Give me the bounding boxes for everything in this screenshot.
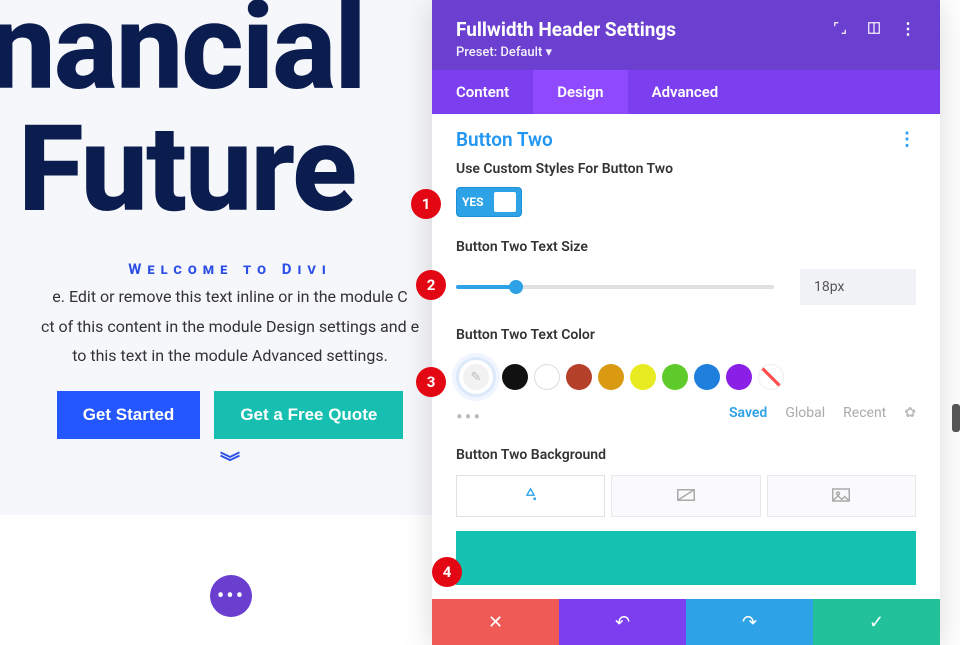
panel-body: Button Two ⋮ Use Custom Styles For Butto…: [432, 114, 940, 585]
expand-icon[interactable]: [832, 20, 848, 36]
text-color-label: Button Two Text Color: [456, 327, 916, 343]
color-swatch-yellow[interactable]: [630, 364, 656, 390]
filter-recent[interactable]: Recent: [843, 405, 886, 421]
preset-label: Preset: Default: [456, 45, 542, 60]
scroll-down-icon[interactable]: ︾: [10, 457, 450, 467]
action-bar: ✕ ↶ ↷ ✓: [432, 599, 940, 645]
redo-icon: ↷: [742, 612, 757, 633]
background-tab-image[interactable]: [767, 475, 916, 517]
more-colors-icon[interactable]: •••: [456, 405, 482, 429]
text-size-slider[interactable]: [456, 285, 774, 289]
color-swatch-black[interactable]: [502, 364, 528, 390]
background-label: Button Two Background: [456, 447, 916, 463]
eyedropper-icon: ✎: [471, 370, 482, 385]
callout-1: 1: [411, 189, 441, 219]
hero-heading-line1: inancial: [0, 0, 450, 108]
filter-saved[interactable]: Saved: [729, 405, 767, 421]
confirm-button[interactable]: ✓: [813, 599, 940, 645]
dots-icon: •••: [217, 584, 245, 609]
more-icon[interactable]: ⋮: [900, 20, 916, 36]
color-swatches: ✎: [456, 357, 916, 397]
color-swatch-amber[interactable]: [598, 364, 624, 390]
columns-icon[interactable]: [866, 20, 882, 36]
body-line: ct of this content in the module Design …: [10, 312, 450, 342]
chevron-down-icon: ▾: [546, 45, 553, 60]
cancel-button[interactable]: ✕: [432, 599, 559, 645]
color-swatch-green[interactable]: [662, 364, 688, 390]
filter-global[interactable]: Global: [785, 405, 825, 421]
panel-tabs: Content Design Advanced: [432, 70, 940, 114]
get-started-button[interactable]: Get Started: [57, 391, 201, 439]
welcome-subheading: Welcome to Divi: [10, 260, 450, 278]
body-line: e. Edit or remove this text inline or in…: [10, 282, 450, 312]
toggle-knob: [494, 192, 516, 212]
callout-2: 2: [416, 270, 446, 300]
floating-actions-button[interactable]: •••: [210, 575, 252, 617]
color-swatch-purple[interactable]: [726, 364, 752, 390]
body-line: to this text in the module Advanced sett…: [10, 341, 450, 371]
panel-title: Fullwidth Header Settings: [456, 18, 676, 41]
get-quote-button[interactable]: Get a Free Quote: [214, 391, 403, 439]
callout-4: 4: [432, 557, 462, 587]
custom-styles-toggle[interactable]: YES: [456, 187, 522, 217]
slider-thumb[interactable]: [509, 280, 523, 294]
hero-heading-line2: Future: [18, 104, 450, 236]
text-size-label: Button Two Text Size: [456, 239, 916, 255]
background-tab-gradient[interactable]: [611, 475, 760, 517]
undo-icon: ↶: [615, 612, 630, 633]
tab-advanced[interactable]: Advanced: [628, 70, 743, 114]
callout-3: 3: [416, 367, 446, 397]
close-icon: ✕: [488, 612, 503, 633]
panel-header: Fullwidth Header Settings Preset: Defaul…: [432, 0, 940, 70]
background-color-preview[interactable]: [456, 531, 916, 585]
undo-button[interactable]: ↶: [559, 599, 686, 645]
slider-fill: [456, 285, 516, 289]
redo-button[interactable]: ↷: [686, 599, 813, 645]
paint-bucket-icon: [522, 486, 539, 507]
gear-icon[interactable]: ✿: [904, 405, 916, 421]
text-size-value[interactable]: 18px: [800, 269, 916, 305]
scrollbar-thumb[interactable]: [952, 404, 960, 432]
gradient-icon: [677, 487, 695, 506]
color-swatch-blue[interactable]: [694, 364, 720, 390]
background-tabs: [456, 475, 916, 517]
body-copy: e. Edit or remove this text inline or in…: [10, 282, 450, 371]
tab-content[interactable]: Content: [432, 70, 533, 114]
color-filters: Saved Global Recent ✿: [729, 405, 916, 421]
color-swatch-none[interactable]: [758, 364, 784, 390]
tab-design[interactable]: Design: [533, 70, 627, 114]
color-swatch-white[interactable]: [534, 364, 560, 390]
preset-dropdown[interactable]: Preset: Default ▾: [456, 45, 676, 60]
eyedropper-swatch[interactable]: ✎: [456, 357, 496, 397]
background-tab-color[interactable]: [456, 475, 605, 517]
custom-styles-label: Use Custom Styles For Button Two: [456, 161, 916, 177]
cta-row: Get Started Get a Free Quote: [10, 391, 450, 439]
section-menu-icon[interactable]: ⋮: [898, 129, 916, 150]
toggle-value: YES: [462, 195, 484, 209]
check-icon: ✓: [869, 612, 884, 633]
page-preview: inancial Future Welcome to Divi e. Edit …: [0, 0, 460, 645]
section-title[interactable]: Button Two: [456, 128, 553, 151]
image-icon: [832, 487, 850, 506]
color-swatch-brick[interactable]: [566, 364, 592, 390]
settings-panel: Fullwidth Header Settings Preset: Defaul…: [432, 0, 940, 645]
